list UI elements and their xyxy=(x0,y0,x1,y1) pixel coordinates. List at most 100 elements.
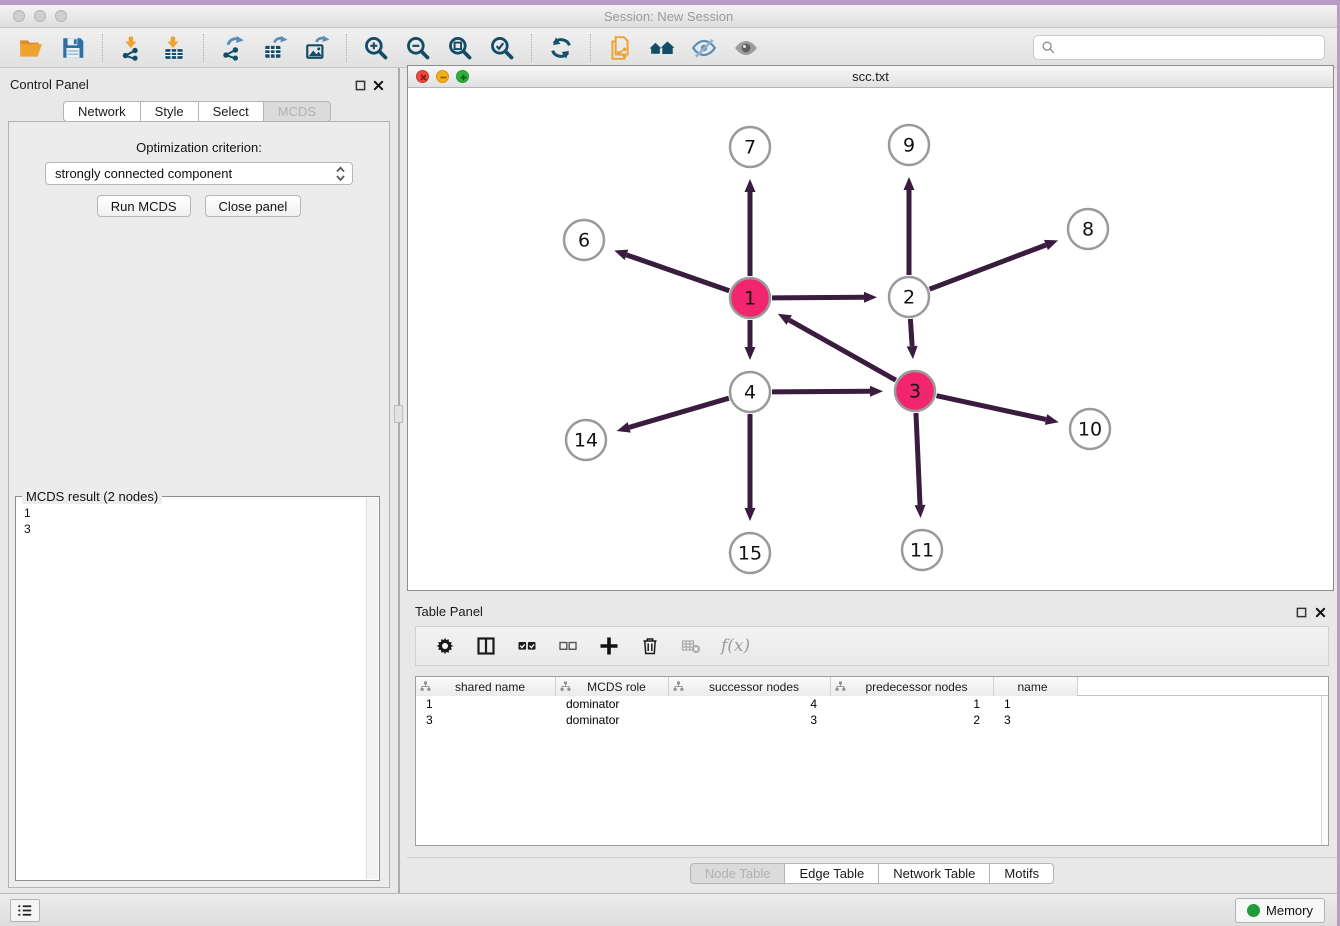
mac-titlebar: Session: New Session xyxy=(0,5,1337,28)
table-cell[interactable]: 2 xyxy=(831,712,994,728)
panel-splitter[interactable] xyxy=(398,68,400,893)
tab-network[interactable]: Network xyxy=(63,101,141,122)
graph-node-11[interactable]: 11 xyxy=(902,530,942,570)
delete-column-icon[interactable] xyxy=(639,635,661,657)
graph-node-6[interactable]: 6 xyxy=(564,220,604,260)
graph-edge-2-9[interactable] xyxy=(904,177,915,275)
memory-button[interactable]: Memory xyxy=(1235,898,1325,923)
graph-edge-1-7[interactable] xyxy=(745,179,756,276)
graph-node-2[interactable]: 2 xyxy=(889,277,929,317)
svg-text:8: 8 xyxy=(1082,219,1094,241)
table-panel-title: Table Panel xyxy=(415,604,483,619)
deselect-all-icon[interactable] xyxy=(557,635,579,657)
graph-edge-4-3[interactable] xyxy=(772,386,883,397)
close-panel-icon[interactable] xyxy=(373,78,384,89)
show-columns-icon[interactable] xyxy=(475,635,497,657)
control-panel-tabs: NetworkStyleSelectMCDS xyxy=(0,101,394,122)
mcds-result-scrollbar[interactable] xyxy=(366,498,378,879)
tab-motifs[interactable]: Motifs xyxy=(989,863,1054,884)
tab-network-table[interactable]: Network Table xyxy=(878,863,990,884)
table-cell[interactable]: 3 xyxy=(994,712,1078,728)
zoom-fit-icon[interactable] xyxy=(445,33,475,63)
zoom-out-icon[interactable] xyxy=(403,33,433,63)
graph-edge-2-8[interactable] xyxy=(930,240,1059,289)
refresh-icon[interactable] xyxy=(546,33,576,63)
import-table-icon[interactable] xyxy=(159,33,189,63)
graph-edge-3-11[interactable] xyxy=(915,413,926,518)
graph-node-15[interactable]: 15 xyxy=(730,533,770,573)
tab-select[interactable]: Select xyxy=(198,101,264,122)
table-float-panel-icon[interactable] xyxy=(1296,605,1307,616)
open-session-icon[interactable] xyxy=(16,33,46,63)
export-image-icon[interactable] xyxy=(302,33,332,63)
zoom-in-icon[interactable] xyxy=(361,33,391,63)
zoom-selected-icon[interactable] xyxy=(487,33,517,63)
column-header-successor-nodes[interactable]: successor nodes xyxy=(669,677,831,696)
float-panel-icon[interactable] xyxy=(355,78,366,89)
graph-node-7[interactable]: 7 xyxy=(730,127,770,167)
delete-table-icon xyxy=(680,635,702,657)
graph-edge-3-10[interactable] xyxy=(936,396,1058,425)
tab-node-table[interactable]: Node Table xyxy=(690,863,786,884)
node-table-scrollbar[interactable] xyxy=(1321,696,1328,845)
graph-node-10[interactable]: 10 xyxy=(1070,409,1110,449)
close-panel-button[interactable]: Close panel xyxy=(205,195,302,217)
table-cell[interactable]: 3 xyxy=(416,712,556,728)
graph-node-8[interactable]: 8 xyxy=(1068,209,1108,249)
graph-edge-1-2[interactable] xyxy=(772,292,877,303)
graph-node-4[interactable]: 4 xyxy=(730,372,770,412)
tab-mcds[interactable]: MCDS xyxy=(263,101,331,122)
graph-edge-1-6[interactable] xyxy=(614,250,729,291)
criterion-select[interactable]: strongly connected component xyxy=(45,162,353,185)
run-mcds-button[interactable]: Run MCDS xyxy=(97,195,191,217)
network-window-titlebar[interactable]: scc.txt xyxy=(408,66,1333,88)
graph-edge-1-4[interactable] xyxy=(745,320,756,360)
graph-edge-4-14[interactable] xyxy=(617,398,729,432)
graph-node-14[interactable]: 14 xyxy=(566,420,606,460)
svg-text:11: 11 xyxy=(910,540,934,562)
save-session-icon[interactable] xyxy=(58,33,88,63)
svg-text:2: 2 xyxy=(903,287,915,309)
export-network-icon[interactable] xyxy=(218,33,248,63)
network-from-selection-icon[interactable] xyxy=(605,33,635,63)
table-cell[interactable]: 1 xyxy=(994,696,1078,712)
graph-edge-2-3[interactable] xyxy=(907,319,918,359)
task-history-button[interactable] xyxy=(10,899,40,922)
tab-edge-table[interactable]: Edge Table xyxy=(784,863,879,884)
show-all-eye-icon[interactable] xyxy=(731,33,761,63)
layout-home-icon[interactable] xyxy=(647,33,677,63)
table-cell[interactable]: 1 xyxy=(831,696,994,712)
hide-selection-icon[interactable] xyxy=(689,33,719,63)
table-options-gear-icon[interactable] xyxy=(434,635,456,657)
graph-node-9[interactable]: 9 xyxy=(889,125,929,165)
table-close-panel-icon[interactable] xyxy=(1315,605,1326,616)
graph-edge-3-1[interactable] xyxy=(778,314,896,380)
table-row[interactable]: 1dominator411 xyxy=(416,696,1328,712)
import-network-icon[interactable] xyxy=(117,33,147,63)
graph-edge-4-15[interactable] xyxy=(745,414,756,521)
toolbar-separator xyxy=(102,34,103,62)
graph-node-1[interactable]: 1 xyxy=(730,278,770,318)
column-header-shared-name[interactable]: shared name xyxy=(416,677,556,696)
table-cell[interactable]: dominator xyxy=(556,712,669,728)
column-header-name[interactable]: name xyxy=(994,677,1078,696)
add-column-icon[interactable] xyxy=(598,635,620,657)
column-header-MCDS-role[interactable]: MCDS role xyxy=(556,677,669,696)
column-header-predecessor-nodes[interactable]: predecessor nodes xyxy=(831,677,994,696)
table-cell[interactable]: 1 xyxy=(416,696,556,712)
table-tabs: Node TableEdge TableNetwork TableMotifs xyxy=(407,863,1337,884)
select-all-icon[interactable] xyxy=(516,635,538,657)
table-row[interactable]: 3dominator323 xyxy=(416,712,1328,728)
export-table-icon[interactable] xyxy=(260,33,290,63)
toolbar-separator xyxy=(531,34,532,62)
toolbar-separator xyxy=(590,34,591,62)
table-cell[interactable]: dominator xyxy=(556,696,669,712)
network-canvas[interactable]: 7 9 6 8 1 2 4 3 14 10 15 11 xyxy=(408,89,1333,590)
tab-style[interactable]: Style xyxy=(140,101,199,122)
search-input[interactable] xyxy=(1061,40,1317,55)
mcds-result-box: MCDS result (2 nodes) 13 xyxy=(15,496,380,881)
table-cell[interactable]: 3 xyxy=(669,712,831,728)
panel-splitter-grip[interactable] xyxy=(394,405,403,423)
graph-node-3[interactable]: 3 xyxy=(895,371,935,411)
table-cell[interactable]: 4 xyxy=(669,696,831,712)
